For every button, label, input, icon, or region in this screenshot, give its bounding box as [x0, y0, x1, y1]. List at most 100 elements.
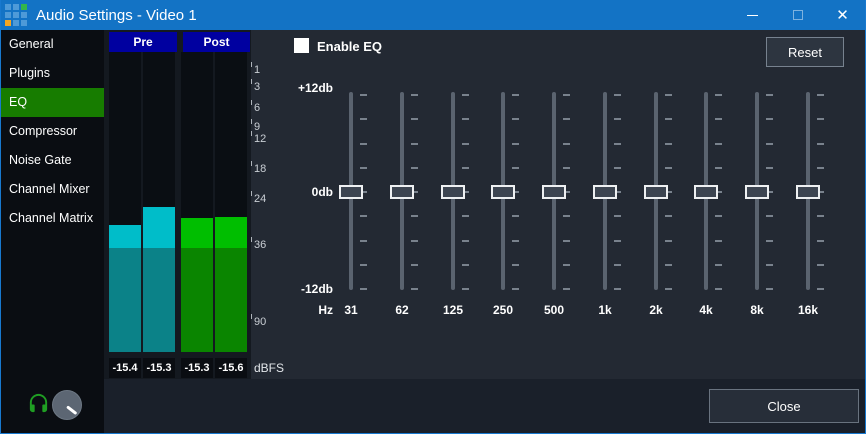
meter-readout: -15.3: [143, 358, 175, 378]
eq-slider-handle-500[interactable]: [542, 185, 566, 199]
freq-label-31: 31: [331, 303, 371, 317]
eq-tick-mark: [360, 264, 367, 266]
eq-tick-mark: [360, 167, 367, 169]
meter-level-body: [143, 248, 175, 352]
eq-tick-mark: [411, 143, 418, 145]
eq-tick-mark: [360, 240, 367, 242]
eq-tick-mark: [665, 118, 672, 120]
eq-tick-mark: [512, 288, 519, 290]
eq-tick-mark: [411, 167, 418, 169]
eq-tick-mark: [512, 143, 519, 145]
eq-tick-mark: [411, 118, 418, 120]
freq-label-16k: 16k: [788, 303, 828, 317]
reset-button[interactable]: Reset: [766, 37, 844, 67]
logo-square: [13, 12, 19, 18]
eq-tick-mark: [614, 143, 621, 145]
eq-tick-mark: [512, 240, 519, 242]
logo-square: [21, 20, 27, 26]
eq-slider-handle-4k[interactable]: [694, 185, 718, 199]
eq-tick-mark: [614, 288, 621, 290]
eq-tick-mark: [563, 167, 570, 169]
eq-tick-mark: [614, 94, 621, 96]
eq-slider-handle-2k[interactable]: [644, 185, 668, 199]
eq-tick-mark: [817, 94, 824, 96]
minimize-button[interactable]: [730, 0, 775, 30]
eq-tick-mark: [411, 240, 418, 242]
sidebar-item-channel-mixer[interactable]: Channel Mixer: [1, 175, 104, 204]
eq-tick-mark: [665, 288, 672, 290]
sidebar-item-plugins[interactable]: Plugins: [1, 59, 104, 88]
meter-level-peak: [215, 217, 247, 248]
eq-slider-handle-16k[interactable]: [796, 185, 820, 199]
eq-slider-handle-250[interactable]: [491, 185, 515, 199]
eq-slider-handle-8k[interactable]: [745, 185, 769, 199]
meter-bar: [109, 52, 141, 352]
eq-slider-handle-62[interactable]: [390, 185, 414, 199]
gain-min-label: -12db: [281, 282, 333, 296]
eq-tick-mark: [512, 167, 519, 169]
titlebar: Audio Settings - Video 1 ✕: [1, 0, 865, 30]
eq-tick-mark: [411, 94, 418, 96]
eq-tick-mark: [817, 264, 824, 266]
eq-tick-mark: [715, 94, 722, 96]
meter-bar: [215, 52, 247, 352]
headphones-icon[interactable]: [27, 392, 50, 415]
maximize-button[interactable]: [775, 0, 820, 30]
eq-tick-mark: [462, 167, 469, 169]
freq-unit-label: Hz: [281, 303, 333, 317]
eq-tick-mark: [512, 94, 519, 96]
sidebar-item-noise-gate[interactable]: Noise Gate: [1, 146, 104, 175]
minimize-icon: [747, 15, 758, 16]
eq-tick-mark: [512, 215, 519, 217]
sidebar-item-channel-matrix[interactable]: Channel Matrix: [1, 204, 104, 233]
eq-tick-mark: [665, 94, 672, 96]
monitor-volume-knob[interactable]: [52, 390, 82, 420]
eq-tick-mark: [766, 215, 773, 217]
eq-tick-mark: [665, 264, 672, 266]
logo-square: [13, 4, 19, 10]
eq-tick-mark: [766, 94, 773, 96]
sidebar-item-compressor[interactable]: Compressor: [1, 117, 104, 146]
logo-square: [13, 20, 19, 26]
logo-square: [5, 4, 11, 10]
sidebar-item-eq[interactable]: EQ: [1, 88, 104, 117]
eq-tick-mark: [512, 264, 519, 266]
enable-eq-checkbox[interactable]: [294, 38, 309, 53]
eq-slider-handle-125[interactable]: [441, 185, 465, 199]
eq-tick-mark: [563, 94, 570, 96]
eq-tick-mark: [360, 288, 367, 290]
eq-tick-mark: [817, 118, 824, 120]
audio-settings-window: Audio Settings - Video 1 ✕ GeneralPlugin…: [0, 0, 866, 434]
settings-sidebar: GeneralPluginsEQCompressorNoise GateChan…: [1, 30, 104, 433]
eq-tick-mark: [563, 215, 570, 217]
eq-tick-mark: [462, 288, 469, 290]
meter-level-body: [181, 248, 213, 352]
eq-tick-mark: [614, 118, 621, 120]
gain-zero-label: 0db: [281, 185, 333, 199]
meter-scale-tick: 18: [254, 164, 266, 175]
enable-eq-label: Enable EQ: [317, 39, 382, 54]
logo-square: [5, 12, 11, 18]
eq-tick-mark: [715, 143, 722, 145]
eq-tick-mark: [665, 215, 672, 217]
eq-tick-mark: [817, 288, 824, 290]
eq-slider-handle-1k[interactable]: [593, 185, 617, 199]
eq-panel: [251, 30, 865, 379]
meter-level-peak: [143, 207, 175, 248]
eq-tick-mark: [766, 288, 773, 290]
meter-bar: [143, 52, 175, 352]
meter-scale-tick: 3: [254, 82, 260, 93]
close-window-button[interactable]: ✕: [820, 0, 865, 30]
eq-tick-mark: [817, 240, 824, 242]
meter-level-peak: [109, 225, 141, 248]
close-button[interactable]: Close: [709, 389, 859, 423]
meter-readout: -15.6: [215, 358, 247, 378]
logo-square: [21, 12, 27, 18]
meter-scale-tick: 36: [254, 240, 266, 251]
meter-scale-tick: 9: [254, 122, 260, 133]
sidebar-item-general[interactable]: General: [1, 30, 104, 59]
eq-tick-mark: [766, 264, 773, 266]
eq-tick-mark: [462, 215, 469, 217]
eq-tick-mark: [715, 240, 722, 242]
eq-slider-handle-31[interactable]: [339, 185, 363, 199]
